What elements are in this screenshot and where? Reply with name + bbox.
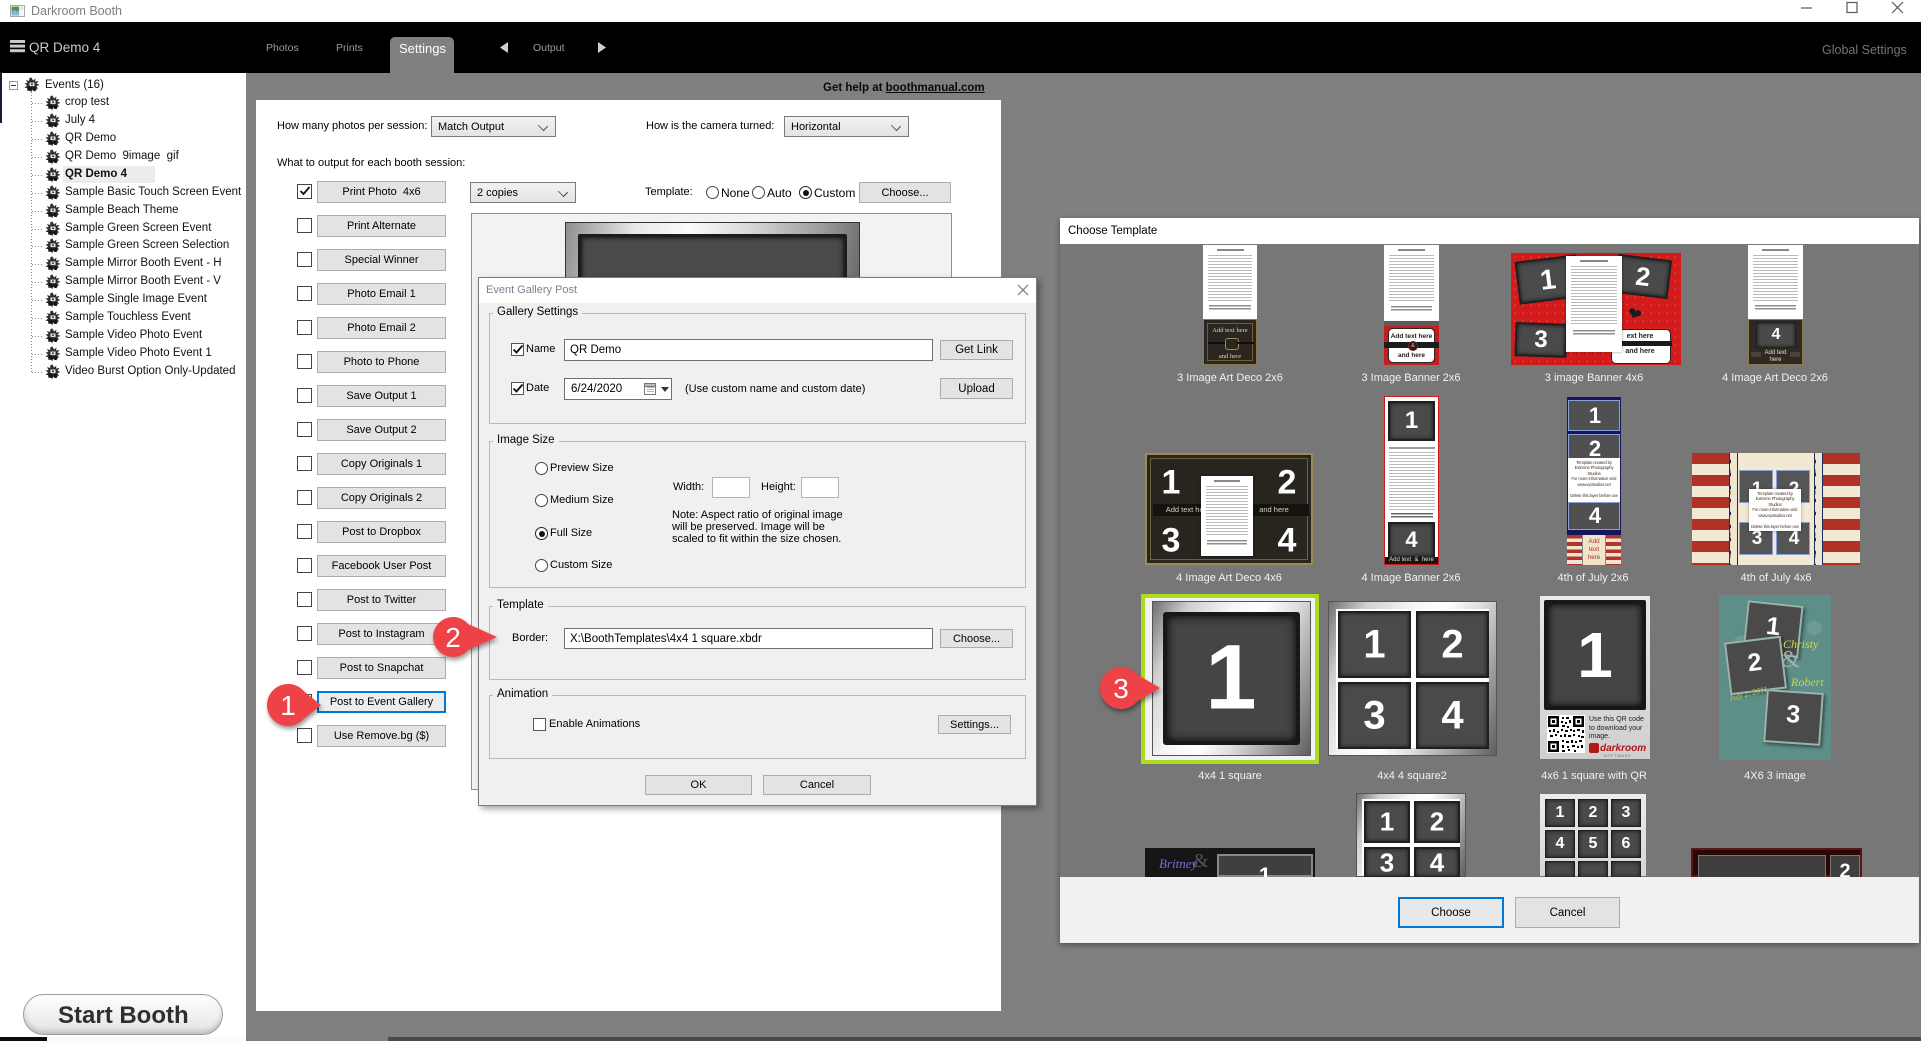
svg-text:2: 2 [445,622,461,653]
svg-text:3: 3 [1113,673,1129,704]
svg-text:1: 1 [280,690,296,721]
